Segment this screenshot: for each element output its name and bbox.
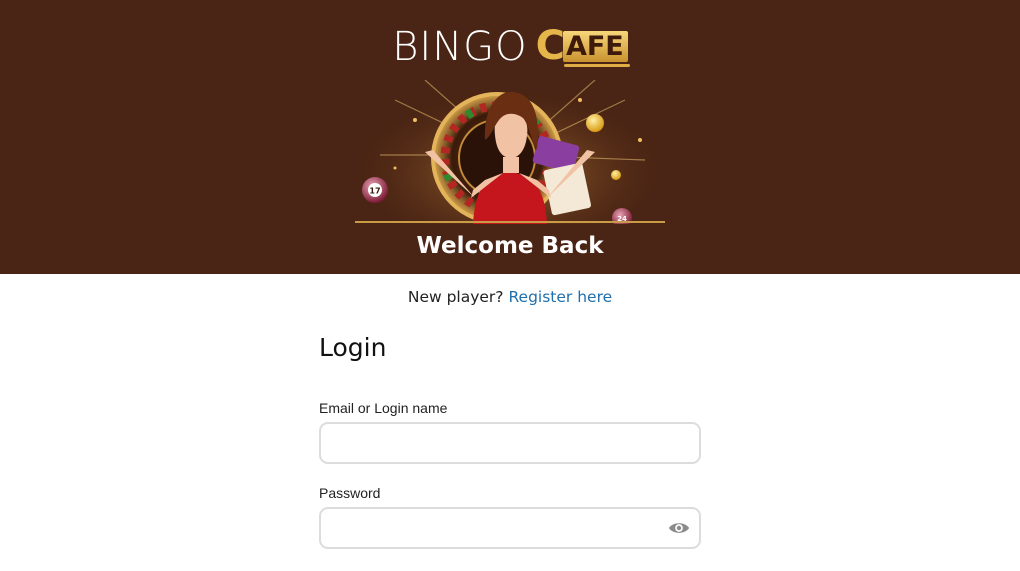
logo-cafe-rest: AFE <box>562 31 628 62</box>
hero-banner: BINGO C AFE 17 24 Welcome Back <box>0 0 1020 274</box>
login-title: Login <box>319 333 387 362</box>
eye-icon[interactable] <box>668 519 690 537</box>
logo-cafe-initial: C <box>535 23 565 69</box>
email-label: Email or Login name <box>319 400 448 416</box>
password-input[interactable] <box>321 509 675 547</box>
welcome-heading: Welcome Back <box>416 233 604 259</box>
logo-underline <box>563 64 630 67</box>
hero-illustration: 17 24 <box>360 80 660 224</box>
password-field-wrapper <box>319 507 701 549</box>
email-input[interactable] <box>321 424 675 462</box>
gold-ball <box>586 114 604 132</box>
register-prompt-text: New player? <box>407 288 504 306</box>
register-link[interactable]: Register here <box>508 288 612 306</box>
ball-number-17: 17 <box>369 187 380 196</box>
hero-divider <box>355 221 665 223</box>
logo-cafe: C AFE <box>535 23 630 69</box>
gold-coin <box>611 170 621 180</box>
email-field-wrapper <box>319 422 701 464</box>
logo-bingo-text: BINGO <box>392 24 528 70</box>
brand-logo: BINGO C AFE <box>0 23 1020 76</box>
password-label: Password <box>319 485 381 501</box>
register-prompt: New player? Register here <box>0 288 1020 306</box>
